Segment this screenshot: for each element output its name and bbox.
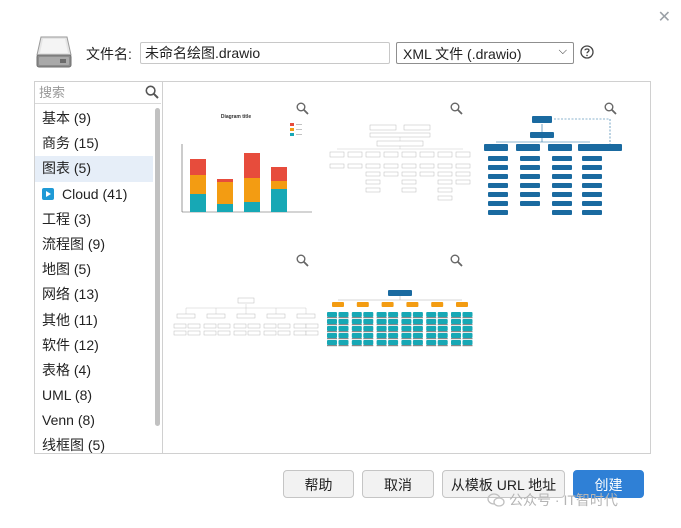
zoom-icon[interactable] bbox=[450, 102, 463, 115]
category-item-business[interactable]: 商务 (15) bbox=[35, 131, 153, 156]
help-button[interactable]: 帮助 bbox=[283, 470, 354, 498]
category-item-venn[interactable]: Venn (8) bbox=[35, 408, 153, 433]
category-item-engineering[interactable]: 工程 (3) bbox=[35, 207, 153, 232]
category-item-wireframes[interactable]: 线框图 (5) bbox=[35, 433, 153, 453]
category-list: 基本 (9) 商务 (15) 图表 (5) Cloud (41) 工程 (3) … bbox=[35, 106, 153, 453]
category-item-basic[interactable]: 基本 (9) bbox=[35, 106, 153, 131]
filename-label: 文件名: bbox=[86, 46, 132, 62]
category-label: 地图 (5) bbox=[42, 261, 91, 278]
category-label: 基本 (9) bbox=[42, 110, 91, 126]
template-org-chart-orange-teal[interactable] bbox=[326, 254, 474, 394]
scrollbar-thumb[interactable] bbox=[155, 108, 160, 426]
watermark-text: 公众号 · IT智时代 bbox=[509, 492, 618, 508]
search-icon[interactable] bbox=[145, 85, 159, 99]
format-select-value: XML 文件 (.drawio) bbox=[403, 46, 522, 62]
category-item-flowchart[interactable]: 流程图 (9) bbox=[35, 232, 153, 257]
org-chart-orange-teal-preview bbox=[327, 290, 473, 347]
bar-chart-preview: Diagram title bbox=[181, 114, 312, 213]
category-label: Venn (8) bbox=[42, 412, 95, 429]
category-item-cloud[interactable]: Cloud (41) bbox=[35, 182, 153, 207]
category-label: 表格 (4) bbox=[42, 361, 91, 378]
chart-title: Diagram title bbox=[221, 114, 252, 120]
category-label: 图表 (5) bbox=[42, 160, 91, 177]
template-grid: Diagram title bbox=[164, 82, 650, 453]
category-label: 工程 (3) bbox=[42, 210, 91, 227]
zoom-icon[interactable] bbox=[296, 102, 309, 115]
template-tree-chart-gray[interactable] bbox=[172, 254, 320, 394]
template-org-chart-gray[interactable] bbox=[326, 102, 474, 242]
category-label: 线框图 (5) bbox=[42, 437, 105, 453]
category-item-software[interactable]: 软件 (12) bbox=[35, 333, 153, 358]
zoom-icon[interactable] bbox=[604, 102, 617, 115]
filename-input[interactable] bbox=[140, 42, 390, 64]
help-icon[interactable] bbox=[580, 45, 594, 59]
category-item-network[interactable]: 网络 (13) bbox=[35, 282, 153, 307]
chevron-down-icon: ⌵ bbox=[558, 45, 567, 57]
close-icon[interactable]: ✕ bbox=[658, 10, 671, 26]
zoom-icon[interactable] bbox=[296, 254, 309, 267]
org-chart-blue-preview bbox=[484, 116, 622, 215]
new-diagram-dialog: ✕ 文件名: XML 文件 (.drawio) ⌵ 基本 (9) 商务 (15)… bbox=[0, 0, 681, 528]
template-bar-chart[interactable]: Diagram title bbox=[172, 102, 320, 242]
category-label: 网络 (13) bbox=[42, 286, 99, 303]
zoom-icon[interactable] bbox=[450, 254, 463, 267]
category-item-other[interactable]: 其他 (11) bbox=[35, 308, 153, 333]
play-badge-icon bbox=[42, 187, 54, 200]
category-label: 软件 (12) bbox=[42, 336, 99, 353]
category-label: 流程图 (9) bbox=[42, 235, 105, 252]
category-sidebar: 基本 (9) 商务 (15) 图表 (5) Cloud (41) 工程 (3) … bbox=[35, 82, 163, 453]
tree-chart-gray-preview bbox=[173, 297, 319, 336]
watermark: 公众号 · IT智时代 bbox=[487, 490, 618, 510]
org-chart-gray-preview bbox=[329, 124, 471, 201]
category-label: Cloud (41) bbox=[62, 185, 128, 202]
cancel-button[interactable]: 取消 bbox=[362, 470, 434, 498]
category-item-uml[interactable]: UML (8) bbox=[35, 383, 153, 408]
sidebar-scrollbar[interactable] bbox=[154, 106, 161, 453]
category-item-maps[interactable]: 地图 (5) bbox=[35, 257, 153, 282]
category-label: 其他 (11) bbox=[42, 311, 98, 328]
category-item-tables[interactable]: 表格 (4) bbox=[35, 358, 153, 383]
category-item-charts[interactable]: 图表 (5) bbox=[35, 156, 153, 182]
search-input[interactable] bbox=[35, 82, 161, 104]
disk-icon bbox=[36, 36, 72, 68]
wechat-icon bbox=[487, 493, 505, 507]
template-org-chart-blue[interactable] bbox=[480, 102, 628, 242]
category-label: 商务 (15) bbox=[42, 135, 99, 152]
format-select[interactable]: XML 文件 (.drawio) ⌵ bbox=[396, 42, 574, 64]
category-label: UML (8) bbox=[42, 387, 93, 404]
